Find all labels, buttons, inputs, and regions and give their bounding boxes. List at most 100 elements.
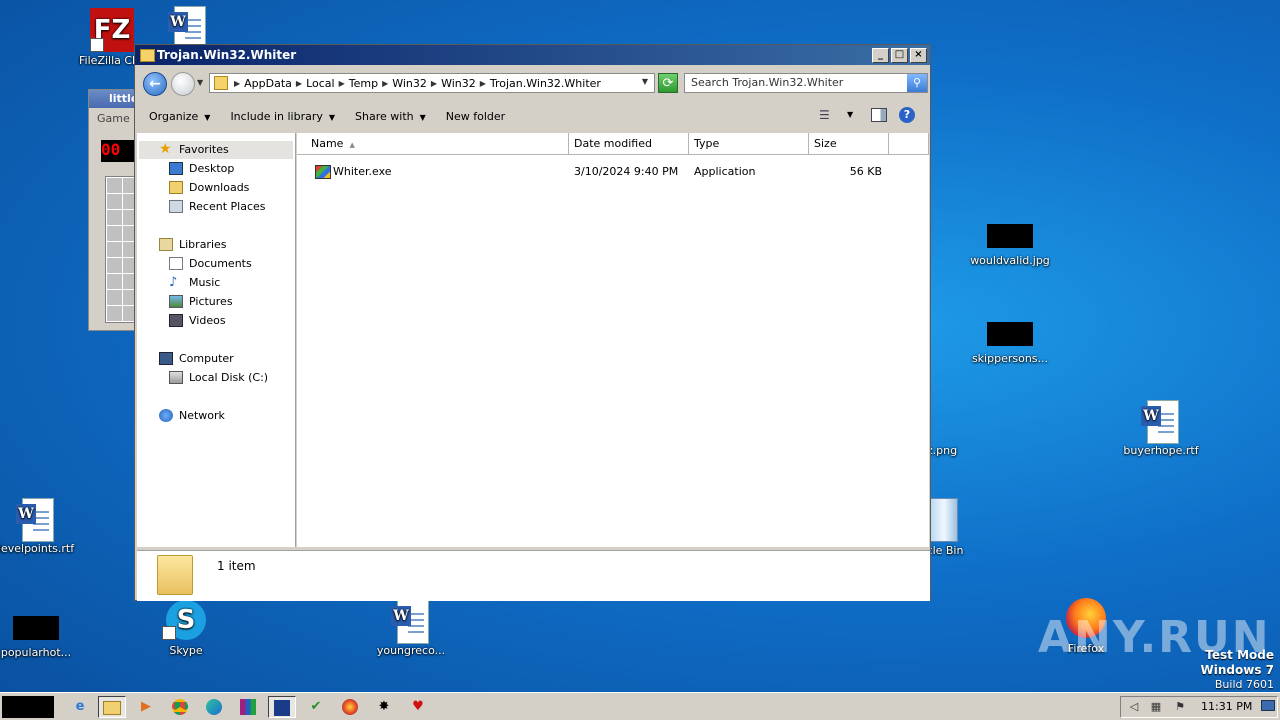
- explorer-window[interactable]: Trojan.Win32.Whiter _ □ × ← ▼ ▶ AppData …: [134, 44, 931, 601]
- help-icon[interactable]: ?: [899, 107, 915, 123]
- ie-icon[interactable]: e: [66, 696, 94, 718]
- column-header-name[interactable]: Name ▲: [297, 133, 569, 155]
- desktop-icon-label: popularhot...: [0, 646, 72, 659]
- chevron-right-icon[interactable]: ▶: [296, 79, 302, 88]
- test-mode-line: Test Mode: [1205, 648, 1274, 662]
- maximize-button[interactable]: □: [891, 48, 908, 63]
- desktop-icon-popularhot[interactable]: popularhot...: [0, 616, 78, 659]
- breadcrumb-current[interactable]: Trojan.Win32.Whiter: [490, 77, 601, 90]
- volume-icon[interactable]: ◁: [1127, 700, 1141, 714]
- share-with-button[interactable]: Share with ▼: [355, 110, 426, 123]
- media-player-icon[interactable]: ▶: [132, 696, 160, 718]
- breadcrumb-win32-sub[interactable]: Win32: [441, 77, 476, 90]
- desktop-icon-wouldvalid[interactable]: wouldvalid.jpg: [968, 224, 1052, 267]
- file-name: Whiter.exe: [333, 165, 392, 178]
- nav-music[interactable]: ♪ Music: [169, 276, 220, 289]
- change-view-icon[interactable]: ☰: [819, 108, 835, 122]
- minesweeper-game-menu[interactable]: Game: [89, 108, 139, 129]
- column-header-date-modified[interactable]: Date modified: [569, 133, 689, 155]
- chevron-right-icon[interactable]: ▶: [339, 79, 345, 88]
- folder-icon: [140, 49, 155, 62]
- clock[interactable]: 11:31 PM: [1201, 697, 1252, 717]
- hearts-icon[interactable]: ♥: [404, 696, 432, 718]
- organize-button[interactable]: Organize ▼: [149, 110, 210, 123]
- preview-pane-icon[interactable]: [871, 108, 887, 122]
- explorer-title-bar[interactable]: Trojan.Win32.Whiter _ □ ×: [135, 45, 930, 65]
- chevron-down-icon[interactable]: ▼: [642, 77, 648, 86]
- desktop-icon-levelpoints[interactable]: W levelpoints.rtf: [0, 498, 78, 555]
- chrome-icon[interactable]: [166, 696, 194, 718]
- nav-downloads[interactable]: Downloads: [169, 181, 249, 194]
- include-in-library-button[interactable]: Include in library ▼: [230, 110, 335, 123]
- view-options-chevron-down-icon[interactable]: ▼: [847, 108, 853, 122]
- action-center-flag-icon[interactable]: ⚑: [1173, 700, 1187, 714]
- new-folder-button[interactable]: New folder: [446, 110, 505, 123]
- address-bar[interactable]: ▶ AppData ▶ Local ▶ Temp ▶ Win32 ▶ Win32…: [209, 73, 655, 93]
- desktop-icon-skype[interactable]: S Skype: [144, 600, 228, 657]
- music-icon: ♪: [169, 275, 178, 290]
- image-thumbnail-icon: [987, 224, 1033, 248]
- videos-icon: [169, 314, 183, 327]
- file-list[interactable]: Name ▲ Date modified Type Size Whiter.exe…: [297, 133, 929, 547]
- star-icon: ★: [159, 141, 172, 157]
- nav-label: Music: [189, 276, 221, 289]
- breadcrumb-temp[interactable]: Temp: [349, 77, 378, 90]
- refresh-button[interactable]: ⟳: [658, 73, 678, 93]
- system-tray: ◁ ▦ ⚑ 11:31 PM: [1120, 696, 1278, 718]
- nav-network[interactable]: Network: [159, 409, 225, 422]
- item-count: 1 item: [217, 559, 256, 573]
- file-size: 56 KB: [849, 165, 882, 178]
- nav-recent-places[interactable]: Recent Places: [169, 200, 266, 213]
- network-icon: [159, 409, 173, 422]
- chevron-right-icon[interactable]: ▶: [431, 79, 437, 88]
- word-doc-icon: W: [1141, 400, 1181, 444]
- explorer-taskbar-icon[interactable]: [98, 696, 126, 718]
- nav-label: Desktop: [189, 162, 235, 175]
- search-icon[interactable]: ⚲: [907, 74, 927, 92]
- nav-label: Libraries: [179, 238, 227, 251]
- desktop-icon-buyerhope[interactable]: W buyerhope.rtf: [1119, 400, 1203, 457]
- chevron-right-icon[interactable]: ▶: [382, 79, 388, 88]
- winrar-icon[interactable]: [234, 696, 262, 718]
- table-row[interactable]: Whiter.exe 3/10/2024 9:40 PM Application…: [297, 163, 929, 181]
- nav-favorites[interactable]: ★ Favorites: [159, 141, 229, 157]
- disk-drive-icon: [169, 371, 183, 384]
- back-button[interactable]: ←: [143, 72, 167, 96]
- nav-videos[interactable]: Videos: [169, 314, 226, 327]
- network-status-icon[interactable]: ▦: [1149, 700, 1163, 714]
- nav-label: Documents: [189, 257, 252, 270]
- chevron-right-icon[interactable]: ▶: [234, 79, 240, 88]
- desktop-icon-youngreco[interactable]: W youngreco...: [369, 600, 453, 657]
- nav-libraries[interactable]: Libraries: [159, 238, 227, 251]
- column-header-type[interactable]: Type: [689, 133, 809, 155]
- recent-pages-dropdown[interactable]: ▼: [197, 78, 203, 87]
- start-button[interactable]: [2, 696, 54, 718]
- breadcrumb-appdata[interactable]: AppData: [244, 77, 292, 90]
- desktop-icon-label: wouldvalid.jpg: [970, 254, 1050, 267]
- libraries-icon: [159, 238, 173, 251]
- test-mode-notice: Test Mode Windows 7 Build 7601: [1201, 648, 1274, 692]
- minesweeper-taskbar-icon[interactable]: ✸: [370, 696, 398, 718]
- show-desktop-icon[interactable]: [1261, 700, 1275, 714]
- breadcrumb-local[interactable]: Local: [306, 77, 335, 90]
- minesweeper-window[interactable]: little Game 00: [88, 89, 143, 331]
- app-taskbar-icon-2[interactable]: ✔: [302, 696, 330, 718]
- edge-icon[interactable]: [200, 696, 228, 718]
- nav-computer[interactable]: Computer: [159, 352, 234, 365]
- nav-local-disk[interactable]: Local Disk (C:): [169, 371, 268, 384]
- forward-button[interactable]: [171, 72, 195, 96]
- chevron-right-icon[interactable]: ▶: [480, 79, 486, 88]
- close-button[interactable]: ×: [910, 48, 927, 63]
- search-input[interactable]: Search Trojan.Win32.Whiter ⚲: [684, 73, 928, 93]
- nav-desktop[interactable]: Desktop: [169, 162, 234, 175]
- breadcrumb-win32[interactable]: Win32: [392, 77, 427, 90]
- nav-pictures[interactable]: Pictures: [169, 295, 233, 308]
- app-taskbar-icon[interactable]: [268, 696, 296, 718]
- column-header-extra[interactable]: [889, 133, 929, 155]
- column-header-size[interactable]: Size: [809, 133, 889, 155]
- nav-label: Network: [179, 409, 225, 422]
- nav-documents[interactable]: Documents: [169, 257, 252, 270]
- desktop-icon-skippersons[interactable]: skippersons...: [968, 322, 1052, 365]
- app-taskbar-icon-3[interactable]: [336, 696, 364, 718]
- minimize-button[interactable]: _: [872, 48, 889, 63]
